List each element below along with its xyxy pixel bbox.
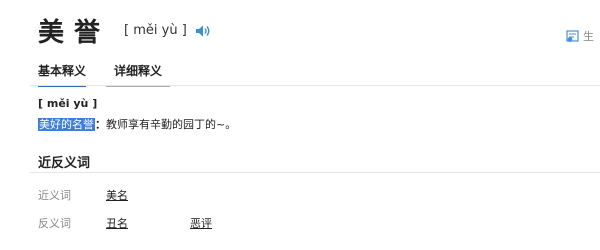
side-tool[interactable]: 生 xyxy=(566,28,594,44)
synonym-link[interactable]: 美名 xyxy=(106,187,128,203)
antonym-label: 反义词 xyxy=(38,217,71,230)
definition-line: 美好的名誉：教师享有辛勤的园丁的~。 xyxy=(38,116,236,132)
antonym-link[interactable]: 恶评 xyxy=(190,215,212,231)
synonym-row: 近义词 美名 xyxy=(38,187,190,203)
entry-word: 美誉 xyxy=(38,17,111,48)
entry-header: 美誉 [ měi yù ] xyxy=(38,10,211,50)
synonyms-title: 近反义词 xyxy=(38,156,91,171)
bookmark-icon xyxy=(566,29,580,43)
synonyms-divider xyxy=(30,172,600,173)
basic-meaning-panel: [ měi yù ] 美好的名誉：教师享有辛勤的园丁的~。 xyxy=(38,97,236,132)
definition-colon: ： xyxy=(95,118,106,131)
entry-pinyin: [ měi yù ] xyxy=(124,22,187,38)
tab-basic-meaning[interactable]: 基本释义 xyxy=(38,58,87,87)
antonym-row: 反义词 丑名 恶评 xyxy=(38,215,274,231)
tab-bar: 基本释义 详细释义 xyxy=(38,58,198,87)
synonym-label: 近义词 xyxy=(38,189,71,202)
side-tool-label: 生 xyxy=(583,30,594,43)
antonym-link[interactable]: 丑名 xyxy=(106,215,128,231)
speaker-icon[interactable] xyxy=(195,23,211,37)
basic-pinyin: [ měi yù ] xyxy=(38,97,98,110)
tabs-divider xyxy=(30,85,600,86)
definition-example: 教师享有辛勤的园丁的~。 xyxy=(106,118,237,131)
tab-detailed-meaning[interactable]: 详细释义 xyxy=(106,58,171,87)
definition-term: 美好的名誉 xyxy=(38,118,95,131)
